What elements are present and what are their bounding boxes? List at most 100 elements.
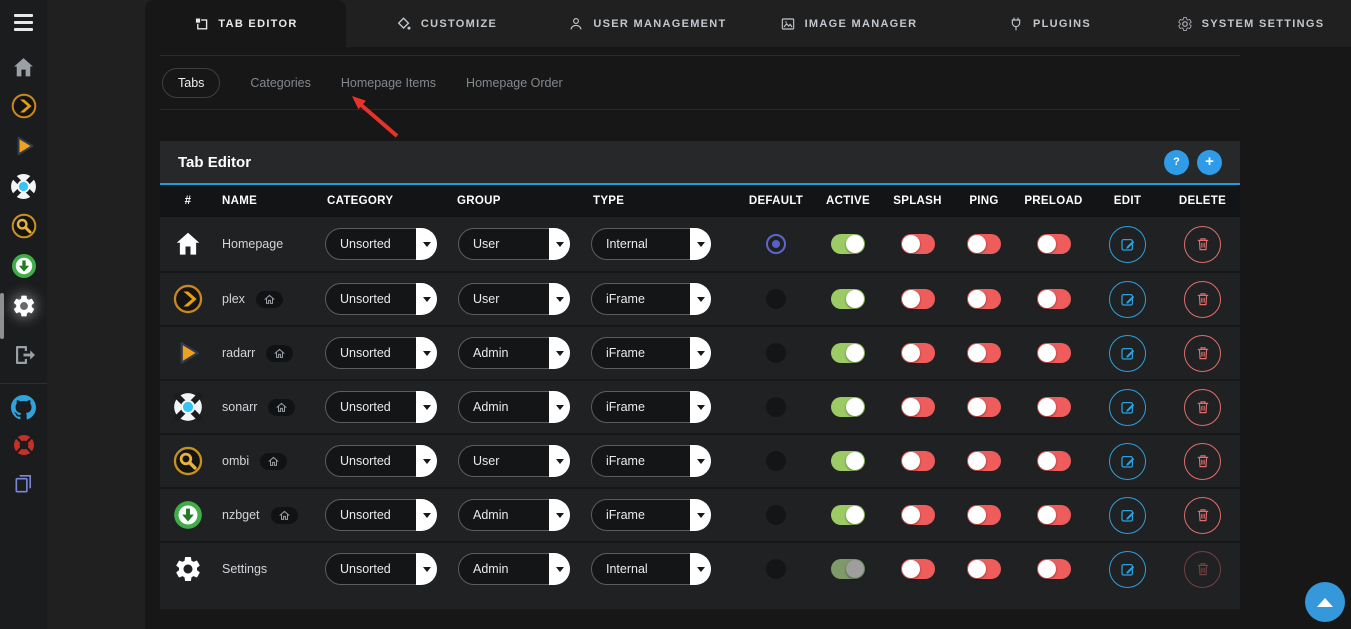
- sidebar-item-sonarr[interactable]: [0, 168, 47, 204]
- category-select[interactable]: Unsorted: [325, 337, 437, 369]
- home-icon: [11, 55, 36, 80]
- default-radio[interactable]: [766, 289, 786, 309]
- preload-toggle[interactable]: [1037, 505, 1071, 525]
- gear-icon: [11, 293, 37, 319]
- splash-toggle[interactable]: [901, 289, 935, 309]
- sidebar-item-docs[interactable]: [0, 465, 47, 501]
- sidebar-item-plex[interactable]: [0, 88, 47, 124]
- default-radio[interactable]: [766, 343, 786, 363]
- sidebar-item-ombi[interactable]: [0, 208, 47, 244]
- delete-button[interactable]: [1184, 335, 1221, 372]
- ping-toggle[interactable]: [967, 559, 1001, 579]
- active-toggle[interactable]: [831, 397, 865, 417]
- top-nav-tab-plugins[interactable]: PLUGINS: [949, 0, 1150, 47]
- active-toggle[interactable]: [831, 289, 865, 309]
- sidebar-item-github[interactable]: [0, 389, 47, 425]
- sidebar-item-logout[interactable]: [0, 337, 47, 373]
- top-nav-tab-image-manager[interactable]: IMAGE MANAGER: [748, 0, 949, 47]
- subnav-tab-categories[interactable]: Categories: [250, 69, 310, 97]
- preload-toggle[interactable]: [1037, 559, 1071, 579]
- delete-button[interactable]: [1184, 497, 1221, 534]
- default-radio[interactable]: [766, 505, 786, 525]
- group-select[interactable]: Admin: [458, 553, 570, 585]
- homepage-badge: [268, 399, 295, 416]
- delete-button[interactable]: [1184, 226, 1221, 263]
- type-select[interactable]: iFrame: [591, 283, 711, 315]
- ping-toggle[interactable]: [967, 451, 1001, 471]
- type-select[interactable]: iFrame: [591, 391, 711, 423]
- delete-button[interactable]: [1184, 281, 1221, 318]
- active-toggle[interactable]: [831, 559, 865, 579]
- edit-button[interactable]: [1109, 335, 1146, 372]
- group-select[interactable]: Admin: [458, 499, 570, 531]
- help-button[interactable]: ?: [1164, 150, 1189, 175]
- edit-button[interactable]: [1109, 497, 1146, 534]
- top-nav-tab-customize[interactable]: CUSTOMIZE: [346, 0, 547, 47]
- sidebar-item-menu[interactable]: [0, 4, 47, 40]
- edit-button[interactable]: [1109, 443, 1146, 480]
- category-select[interactable]: Unsorted: [325, 553, 437, 585]
- table-row-ombi: ombi Unsorted User iFrame: [160, 433, 1240, 487]
- category-select[interactable]: Unsorted: [325, 445, 437, 477]
- sidebar-item-home[interactable]: [0, 49, 47, 85]
- splash-toggle[interactable]: [901, 559, 935, 579]
- edit-button[interactable]: [1109, 551, 1146, 588]
- delete-button[interactable]: [1184, 443, 1221, 480]
- default-radio[interactable]: [766, 559, 786, 579]
- group-select[interactable]: Admin: [458, 391, 570, 423]
- top-nav-tab-user-management[interactable]: USER MANAGEMENT: [547, 0, 748, 47]
- preload-toggle[interactable]: [1037, 343, 1071, 363]
- category-select[interactable]: Unsorted: [325, 499, 437, 531]
- ping-toggle[interactable]: [967, 234, 1001, 254]
- delete-button[interactable]: [1184, 389, 1221, 426]
- sidebar-item-nzbget[interactable]: [0, 248, 47, 284]
- preload-toggle[interactable]: [1037, 234, 1071, 254]
- preload-toggle[interactable]: [1037, 397, 1071, 417]
- top-nav-tab-system-settings[interactable]: SYSTEM SETTINGS: [1150, 0, 1351, 47]
- type-select[interactable]: Internal: [591, 228, 711, 260]
- preload-toggle[interactable]: [1037, 289, 1071, 309]
- splash-toggle[interactable]: [901, 397, 935, 417]
- chevron-up-icon: [1317, 598, 1333, 607]
- default-radio[interactable]: [766, 397, 786, 417]
- scroll-to-top-button[interactable]: [1305, 582, 1345, 622]
- subnav-tab-homepage-items[interactable]: Homepage Items: [341, 69, 436, 97]
- active-toggle[interactable]: [831, 451, 865, 471]
- default-radio[interactable]: [766, 451, 786, 471]
- splash-toggle[interactable]: [901, 234, 935, 254]
- splash-toggle[interactable]: [901, 505, 935, 525]
- category-select[interactable]: Unsorted: [325, 391, 437, 423]
- sidebar-item-support[interactable]: [0, 427, 47, 463]
- category-select[interactable]: Unsorted: [325, 228, 437, 260]
- type-select[interactable]: iFrame: [591, 499, 711, 531]
- ping-toggle[interactable]: [967, 397, 1001, 417]
- group-select[interactable]: User: [458, 445, 570, 477]
- active-toggle[interactable]: [831, 234, 865, 254]
- splash-toggle[interactable]: [901, 343, 935, 363]
- sidebar-item-settings[interactable]: [0, 288, 47, 324]
- edit-button[interactable]: [1109, 281, 1146, 318]
- preload-toggle[interactable]: [1037, 451, 1071, 471]
- default-radio[interactable]: [766, 234, 786, 254]
- type-select[interactable]: Internal: [591, 553, 711, 585]
- add-tab-button[interactable]: +: [1197, 150, 1222, 175]
- ping-toggle[interactable]: [967, 289, 1001, 309]
- group-select[interactable]: User: [458, 228, 570, 260]
- type-select[interactable]: iFrame: [591, 445, 711, 477]
- ping-toggle[interactable]: [967, 505, 1001, 525]
- ping-toggle[interactable]: [967, 343, 1001, 363]
- sidebar-item-radarr[interactable]: [0, 128, 47, 164]
- subnav-tab-homepage-order[interactable]: Homepage Order: [466, 69, 563, 97]
- subnav-tab-tabs[interactable]: Tabs: [162, 68, 220, 98]
- splash-toggle[interactable]: [901, 451, 935, 471]
- group-select[interactable]: Admin: [458, 337, 570, 369]
- edit-button[interactable]: [1109, 389, 1146, 426]
- group-select[interactable]: User: [458, 283, 570, 315]
- active-toggle[interactable]: [831, 343, 865, 363]
- documents-icon: [12, 472, 35, 495]
- edit-button[interactable]: [1109, 226, 1146, 263]
- type-select[interactable]: iFrame: [591, 337, 711, 369]
- active-toggle[interactable]: [831, 505, 865, 525]
- top-nav-tab-tab-editor[interactable]: TAB EDITOR: [145, 0, 346, 47]
- category-select[interactable]: Unsorted: [325, 283, 437, 315]
